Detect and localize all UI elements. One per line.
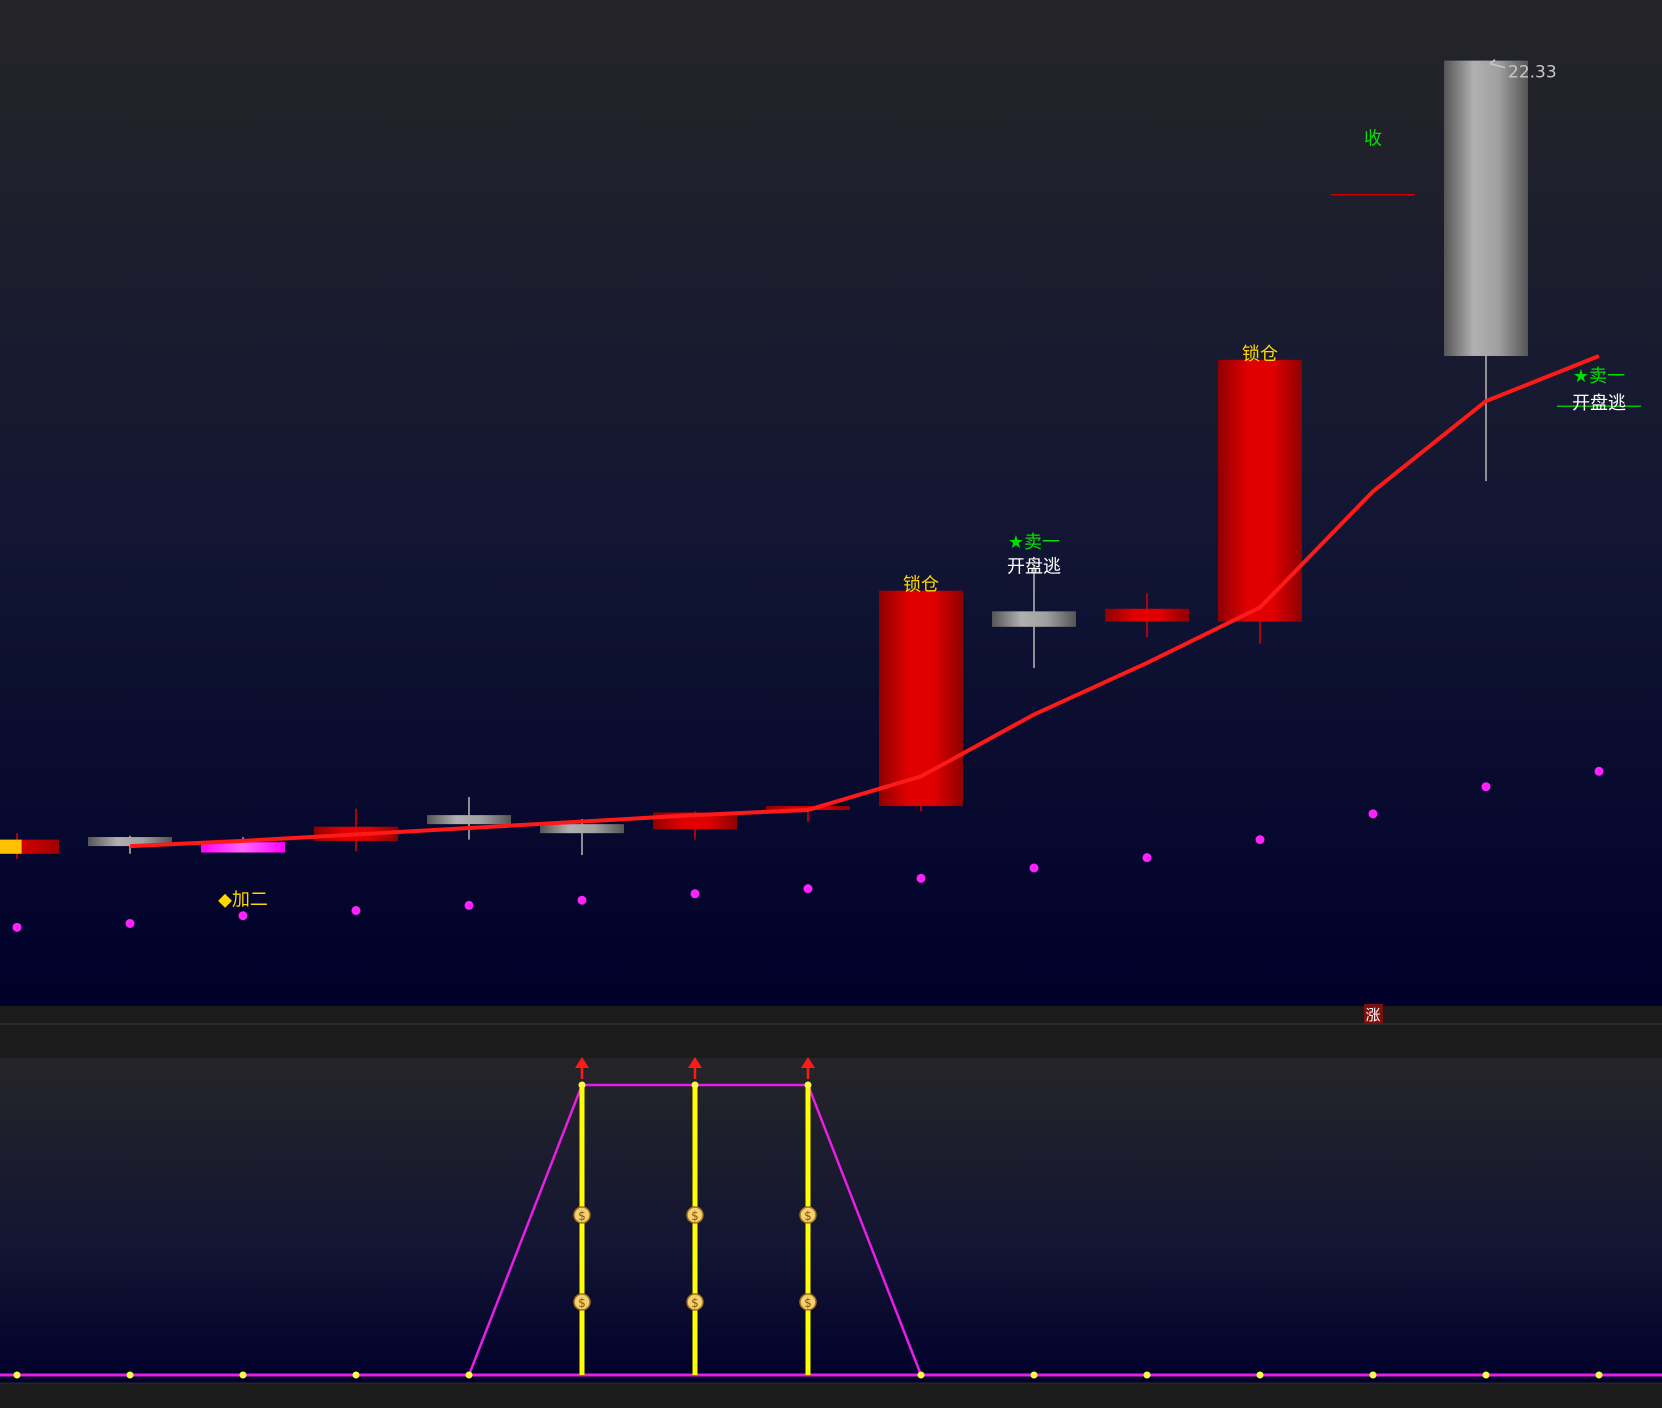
support-dot — [12, 922, 22, 932]
annotation-label: 锁仓 — [1242, 344, 1278, 365]
support-dot — [1481, 782, 1491, 792]
signal-point — [1030, 1371, 1038, 1379]
support-dot — [238, 911, 248, 921]
support-dot — [1142, 853, 1152, 863]
support-dot — [464, 900, 474, 910]
money-bag-symbol: $ — [578, 1296, 586, 1310]
annotation-label: 开盘逃 — [1007, 557, 1061, 578]
support-dot — [577, 895, 587, 905]
candle-body — [1218, 359, 1302, 622]
signal-point — [1482, 1371, 1490, 1379]
signal-point — [804, 1081, 812, 1089]
money-bag-symbol: $ — [804, 1209, 812, 1223]
money-bag-symbol: $ — [804, 1296, 812, 1310]
support-dot — [1368, 809, 1378, 819]
annotation-label: 锁仓 — [903, 575, 939, 596]
candle-body — [1105, 608, 1189, 622]
signal-point — [239, 1371, 247, 1379]
candle-body — [992, 611, 1076, 627]
candle-body — [879, 590, 963, 807]
support-dot — [803, 884, 813, 894]
panel-divider — [0, 1006, 1662, 1058]
signal-point — [1595, 1371, 1603, 1379]
money-bag-symbol: $ — [578, 1209, 586, 1223]
candle-body — [1444, 60, 1528, 356]
kline-chart: ◆加二锁仓★卖一开盘逃锁仓收★卖一开盘逃22.33 $$$$$$ 涨 — [0, 0, 1662, 1408]
candle-body — [427, 815, 511, 825]
support-dot — [916, 873, 926, 883]
signal-point — [1143, 1371, 1151, 1379]
candle-body — [540, 824, 624, 834]
money-bag-symbol: $ — [691, 1296, 699, 1310]
signal-point — [1369, 1371, 1377, 1379]
bottom-strip — [0, 1383, 1662, 1408]
annotation-label: ◆加二 — [218, 889, 268, 910]
signal-point — [691, 1081, 699, 1089]
rise-badge-label: 涨 — [1365, 1006, 1380, 1024]
signal-point — [917, 1371, 925, 1379]
main-panel-bg — [0, 0, 1662, 1006]
signal-point — [13, 1371, 21, 1379]
signal-point — [352, 1371, 360, 1379]
annotation-label: ★卖一 — [1008, 532, 1060, 553]
annotation-label: 收 — [1364, 128, 1382, 149]
support-dot — [1029, 863, 1039, 873]
high-price-label: 22.33 — [1508, 63, 1557, 83]
signal-point — [126, 1371, 134, 1379]
signal-point — [578, 1081, 586, 1089]
candle-body — [0, 839, 59, 854]
support-dot — [125, 918, 135, 928]
support-dot — [1255, 835, 1265, 845]
annotation-label: ★卖一 — [1573, 366, 1625, 387]
support-dot — [351, 906, 361, 916]
support-dot — [1594, 766, 1604, 776]
annotation-label: 开盘逃 — [1572, 393, 1626, 414]
money-bag-symbol: $ — [691, 1209, 699, 1223]
signal-point — [465, 1371, 473, 1379]
rise-badge: 涨 — [1364, 1004, 1383, 1024]
support-dot — [690, 889, 700, 899]
signal-point — [1256, 1371, 1264, 1379]
sub-panel-bg — [0, 1058, 1662, 1383]
